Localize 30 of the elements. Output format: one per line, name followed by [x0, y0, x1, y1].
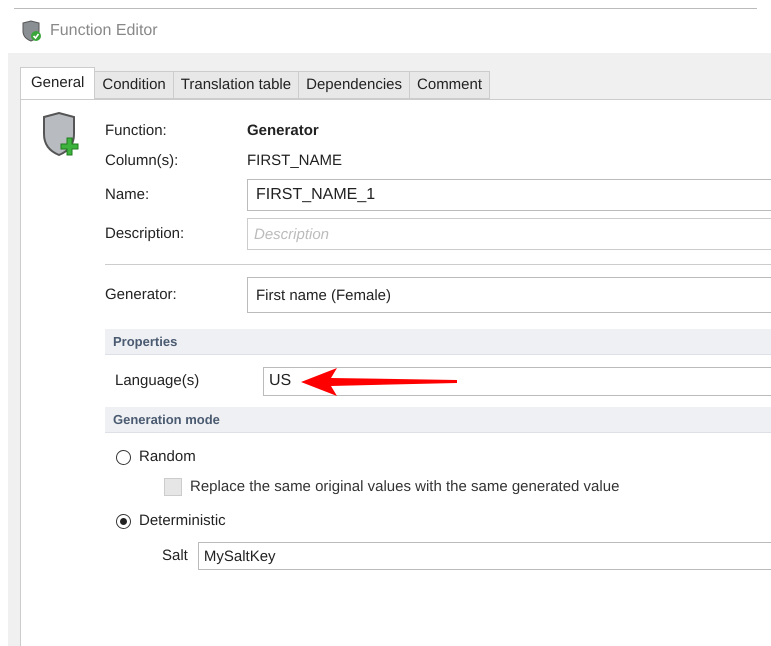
tab[interactable]: Comment	[409, 71, 490, 99]
generator-field[interactable]: First name (Female)	[247, 277, 771, 313]
field-label: Description:	[105, 224, 186, 244]
field-label: Name:	[105, 184, 150, 205]
name-field[interactable]: FIRST_NAME_1	[247, 179, 771, 211]
tab[interactable]: Translation table	[172, 71, 300, 99]
field-label: Salt	[162, 546, 188, 566]
radio-button[interactable]	[116, 514, 131, 528]
field-label: Generator:	[105, 284, 178, 305]
field-label: Language(s)	[115, 370, 200, 391]
checkbox-label: Replace the same original values with the same generated value	[190, 476, 620, 497]
field-value: Generator	[247, 120, 319, 141]
section-header: Properties	[105, 329, 771, 355]
tab[interactable]: General	[20, 67, 96, 99]
radio-label: Random	[139, 446, 196, 467]
language-field[interactable]: US	[263, 366, 771, 396]
arrow-icon	[301, 367, 457, 397]
description-field[interactable]: Description	[247, 218, 771, 250]
shield-plus-icon	[41, 112, 81, 158]
tab[interactable]: Condition	[94, 71, 174, 99]
shield-check-icon	[20, 20, 42, 42]
field-label: Function:	[105, 120, 168, 141]
radio-label: Deterministic	[139, 510, 226, 531]
field-label: Column(s):	[105, 150, 180, 171]
field-value: FIRST_NAME	[247, 150, 342, 171]
window-title: Function Editor	[50, 21, 158, 41]
tab[interactable]: Dependencies	[298, 71, 410, 99]
salt-field[interactable]: MySaltKey	[198, 542, 771, 570]
radio-button[interactable]	[116, 450, 131, 464]
section-header: Generation mode	[105, 407, 771, 433]
